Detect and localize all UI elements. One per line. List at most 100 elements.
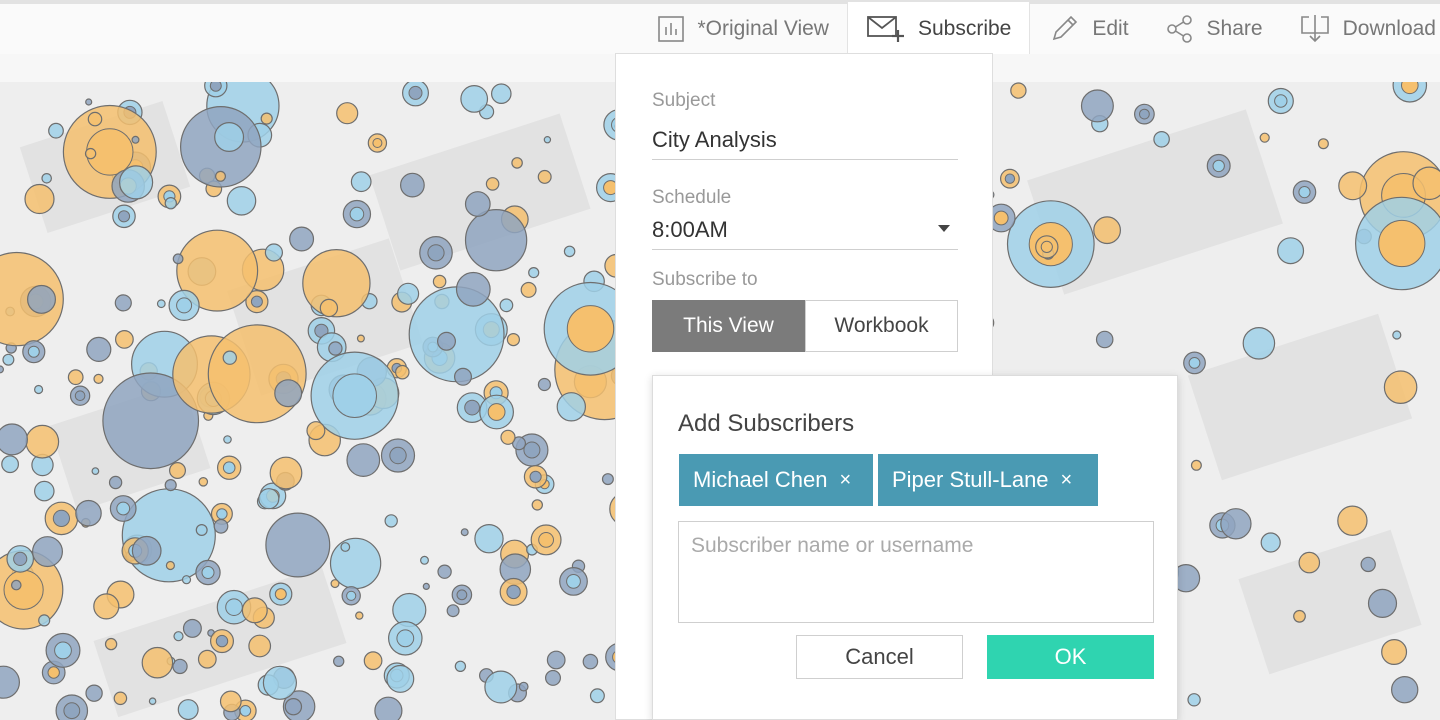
map-bubble (420, 555, 430, 565)
map-bubble (141, 646, 174, 679)
map-bubble (38, 614, 51, 627)
ok-button[interactable]: OK (987, 635, 1154, 679)
map-bubble (91, 467, 100, 476)
map-bubble (148, 697, 157, 706)
map-bubble (93, 373, 104, 384)
map-bubble (372, 138, 383, 148)
original-view-button[interactable]: *Original View (639, 2, 847, 56)
cancel-button[interactable]: Cancel (796, 635, 963, 679)
map-bubble (400, 172, 425, 198)
remove-icon[interactable]: × (840, 469, 852, 492)
map-bubble (197, 649, 217, 669)
map-bubble (41, 173, 52, 184)
map-bubble (131, 535, 162, 566)
map-bubble (289, 226, 315, 252)
map-bubble (408, 85, 423, 100)
map-bubble (464, 191, 491, 217)
map-bubble (1378, 219, 1426, 268)
toolbar: *Original View Subscribe Edit Share Down… (0, 0, 1440, 56)
map-bubble (86, 336, 112, 362)
map-bubble (537, 377, 552, 392)
map-bubble (47, 666, 60, 679)
map-bubble (408, 286, 505, 383)
map-bubble (374, 696, 403, 720)
map-bubble (250, 295, 263, 308)
map-bubble (1338, 171, 1368, 201)
map-bubble (427, 244, 445, 262)
map-bubble (48, 122, 64, 139)
map-bubble (67, 369, 84, 386)
map-bubble (1190, 459, 1202, 471)
subscriber-search-input[interactable] (678, 521, 1154, 623)
map-bubble (474, 524, 504, 554)
map-bubble (258, 488, 280, 510)
map-bubble (1381, 638, 1408, 665)
map-bubble (0, 665, 20, 699)
edit-button[interactable]: Edit (1030, 2, 1146, 56)
map-bubble (1220, 508, 1252, 540)
download-button[interactable]: Download (1281, 2, 1440, 56)
map-bubble (108, 475, 123, 490)
option-workbook[interactable]: Workbook (805, 300, 958, 352)
map-bubble (1259, 132, 1270, 143)
map-bubble (546, 650, 566, 670)
map-bubble (1412, 166, 1440, 201)
schedule-select[interactable]: 8:00AM (652, 217, 958, 250)
subscribe-button[interactable]: Subscribe (846, 2, 1031, 56)
remove-icon[interactable]: × (1061, 469, 1073, 492)
map-bubble (511, 157, 523, 169)
map-bubble (215, 634, 229, 648)
map-bubble (1277, 237, 1305, 265)
map-bubble (274, 588, 287, 601)
bar-chart-icon (658, 16, 685, 42)
map-bubble (173, 631, 184, 642)
map-bubble (213, 518, 229, 534)
map-bubble (265, 512, 331, 578)
map-bubble (131, 135, 140, 144)
map-bubble (239, 705, 252, 717)
map-bubble (13, 551, 28, 566)
share-button[interactable]: Share (1147, 2, 1281, 56)
map-bubble (432, 274, 447, 289)
map-bubble (500, 429, 516, 445)
map-bubble (119, 165, 154, 200)
map-bubble (1010, 82, 1027, 99)
map-bubble (24, 183, 55, 215)
map-bubble (2, 353, 15, 366)
map-bubble (177, 699, 199, 720)
map-bubble (1392, 330, 1402, 340)
subscriber-name: Piper Stull-Lane (892, 467, 1049, 492)
map-bubble (437, 331, 457, 351)
map-bubble (456, 589, 468, 601)
map-bubble (601, 473, 614, 486)
map-bubble (0, 423, 28, 456)
map-bubble (1212, 159, 1225, 173)
map-bubble (396, 629, 415, 648)
map-bubble (520, 281, 537, 298)
map-bubble (85, 684, 103, 702)
map-bubble (207, 324, 307, 424)
subscriber-name: Michael Chen (693, 467, 828, 492)
option-this-view[interactable]: This View (652, 300, 805, 352)
map-bubble (1293, 609, 1306, 623)
map-bubble (319, 298, 339, 318)
edit-label: Edit (1092, 17, 1129, 40)
map-bubble (248, 634, 272, 658)
map-bubble (87, 111, 103, 127)
map-bubble (226, 186, 257, 216)
map-bubble (340, 542, 351, 552)
map-bubble (113, 691, 128, 706)
map-bubble (350, 171, 372, 193)
map-bubble (93, 593, 120, 620)
subject-field[interactable]: City Analysis (652, 127, 958, 160)
subscribe-to-label: Subscribe to (652, 269, 758, 290)
map-bubble (464, 399, 481, 416)
add-subscribers-dialog: Add Subscribers Michael Chen × Piper Stu… (652, 375, 1178, 720)
map-bubble (538, 532, 554, 548)
map-bubble (328, 341, 343, 356)
map-bubble (274, 379, 303, 408)
map-bubble (332, 373, 378, 419)
original-view-label: *Original View (697, 17, 829, 40)
map-bubble (1298, 551, 1321, 574)
map-bubble (33, 384, 44, 395)
